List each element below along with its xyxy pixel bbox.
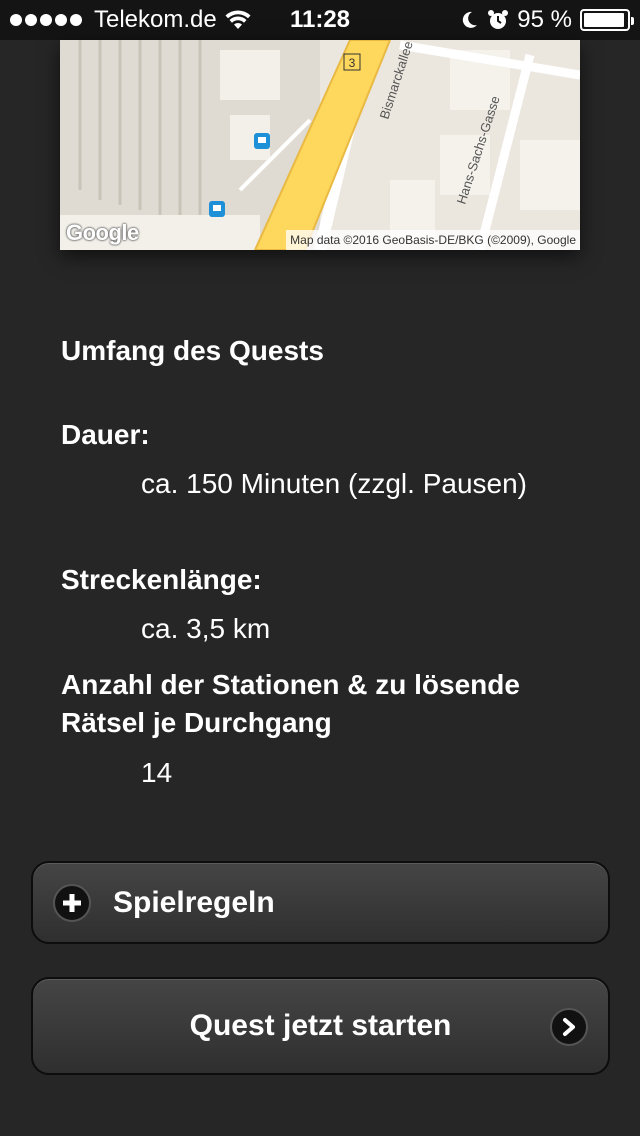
rules-button-label: Spielregeln (113, 885, 275, 919)
duration-value: ca. 150 Minuten (zzgl. Pausen) (141, 468, 527, 499)
section-title: Umfang des Quests (61, 335, 324, 366)
map-credit[interactable]: Map data ©2016 GeoBasis-DE/BKG (©2009), … (286, 230, 580, 250)
wifi-icon (225, 10, 251, 29)
carrier-label: Telekom.de (94, 6, 217, 33)
battery-percent: 95 % (517, 6, 572, 33)
battery-icon (580, 9, 634, 31)
map-view[interactable]: 3 Bismarckallee Hans-Sachs-Gasse Google … (60, 40, 580, 250)
start-quest-button[interactable]: Quest jetzt starten (31, 977, 610, 1075)
google-logo: Google (66, 220, 139, 245)
moon-icon (463, 11, 478, 28)
rules-button[interactable]: Spielregeln (31, 861, 610, 944)
distance-value: ca. 3,5 km (141, 613, 271, 644)
duration-label: Dauer: (61, 419, 150, 450)
status-right: 95 % (459, 6, 634, 34)
stations-value: 14 (141, 757, 173, 788)
bus-stop-icon (209, 201, 225, 217)
battery-fill (584, 13, 624, 27)
status-left: Telekom.de (10, 6, 251, 34)
bus-stop-icon (254, 133, 270, 149)
alarm-icon (488, 10, 509, 29)
chevron-right-icon (550, 1008, 588, 1046)
start-quest-button-label: Quest jetzt starten (189, 1009, 452, 1042)
map-canvas: 3 Bismarckallee Hans-Sachs-Gasse (60, 40, 580, 250)
route-badge-label: 3 (349, 56, 356, 70)
distance-label: Streckenlänge: (61, 564, 262, 595)
signal-dots-icon (10, 14, 82, 26)
plus-icon (53, 883, 91, 922)
status-bar: Telekom.de 11:28 95 % (0, 0, 640, 40)
stations-label: Anzahl der Stationen & zu lösende Rätsel… (61, 669, 520, 738)
